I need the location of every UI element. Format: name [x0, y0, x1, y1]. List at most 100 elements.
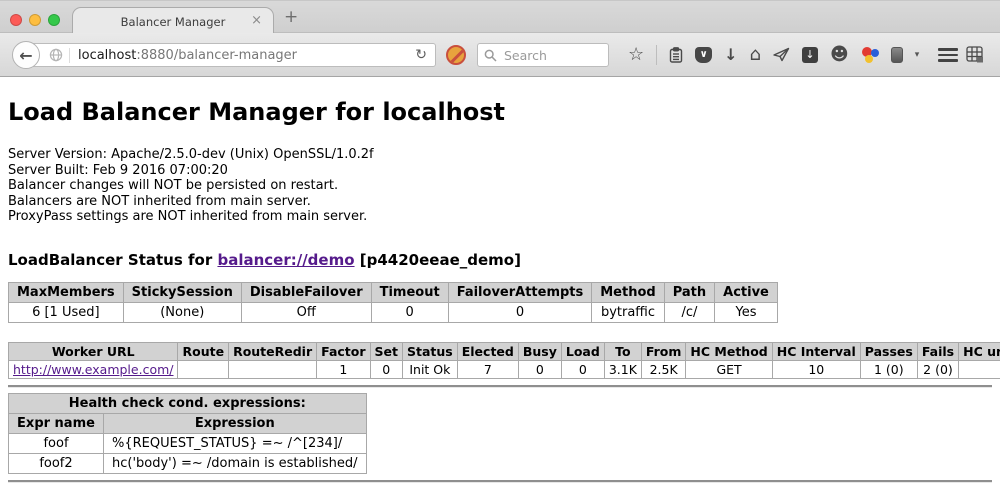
table-cell: /c/ [664, 302, 714, 322]
search-box[interactable] [477, 43, 609, 67]
table-caption-row: Health check cond. expressions: [9, 393, 367, 413]
worker-row: http://www.example.com/ 1 0 Init Ok 7 0 … [9, 360, 1000, 378]
overflow-caret-icon[interactable]: ▾ [915, 50, 920, 60]
proxypass-notice-line: ProxyPass settings are NOT inherited fro… [8, 209, 992, 225]
reload-icon[interactable]: ↻ [415, 47, 435, 63]
col-set: Set [370, 342, 402, 360]
toolbar-icons: ☆ ∨ ↓ ⌂ ↓ ☻ ▾ [628, 33, 919, 76]
zoom-window-button[interactable] [48, 14, 60, 26]
tab-groups-icon[interactable] [966, 46, 984, 67]
table-cell [229, 360, 317, 378]
col-hc-uri: HC uri [959, 342, 1000, 360]
persist-notice-line: Balancer changes will NOT be persisted o… [8, 178, 992, 194]
col-routeredir: RouteRedir [229, 342, 317, 360]
browser-tab[interactable]: Balancer Manager × [72, 7, 274, 35]
table-cell: 2 (0) [917, 360, 958, 378]
col-path: Path [664, 282, 714, 302]
table-cell: GET [686, 360, 772, 378]
window-controls [10, 14, 60, 26]
url-text: localhost:8880/balancer-manager [78, 48, 297, 63]
col-fails: Fails [917, 342, 958, 360]
col-worker-url: Worker URL [9, 342, 178, 360]
col-load: Load [561, 342, 604, 360]
navigation-toolbar: ← localhost:8880/balancer-manager ↻ ☆ [0, 33, 1000, 77]
expression-cell: hc('body') =~ /domain is established/ [104, 453, 367, 473]
back-button[interactable]: ← [12, 41, 40, 69]
col-method: Method [592, 282, 664, 302]
table-cell: 7 [457, 360, 518, 378]
health-table-caption: Health check cond. expressions: [9, 393, 367, 413]
page-title: Load Balancer Manager for localhost [8, 98, 992, 126]
table-cell: 1 (0) [860, 360, 917, 378]
pocket-icon[interactable]: ∨ [695, 47, 712, 63]
table-cell: 0 [518, 360, 561, 378]
colorful-dots-icon[interactable] [861, 46, 879, 63]
balancers-notice-line: Balancers are NOT inherited from main se… [8, 194, 992, 210]
send-plane-icon[interactable] [773, 47, 790, 62]
bookmark-star-icon[interactable]: ☆ [628, 46, 644, 64]
page-content: Load Balancer Manager for localhost Serv… [0, 98, 1000, 483]
balancer-demo-link[interactable]: balancer://demo [217, 251, 354, 269]
downloads-icon[interactable]: ↓ [724, 47, 737, 63]
expr-name-cell: foof [9, 433, 104, 453]
home-icon[interactable]: ⌂ [750, 46, 761, 64]
worker-url-cell: http://www.example.com/ [9, 360, 178, 378]
battery-extension-icon[interactable] [891, 47, 903, 63]
table-cell: Init Ok [403, 360, 458, 378]
table-cell: 0 [371, 302, 448, 322]
col-status: Status [403, 342, 458, 360]
table-cell [959, 360, 1000, 378]
balancer-summary-table: MaxMembers StickySession DisableFailover… [8, 282, 778, 323]
col-passes: Passes [860, 342, 917, 360]
server-built-line: Server Built: Feb 9 2016 07:00:20 [8, 163, 992, 179]
browser-window: Balancer Manager × + ← localhost:8880/ba… [0, 0, 1000, 491]
close-window-button[interactable] [10, 14, 22, 26]
col-maxmembers: MaxMembers [9, 282, 124, 302]
minimize-window-button[interactable] [29, 14, 41, 26]
col-timeout: Timeout [371, 282, 448, 302]
new-tab-button[interactable]: + [284, 7, 298, 27]
search-input[interactable] [502, 47, 602, 64]
tab-close-icon[interactable]: × [251, 14, 262, 28]
col-to: To [604, 342, 641, 360]
tab-strip: Balancer Manager × + [0, 0, 1000, 33]
status-suffix: [p4420eeae_demo] [355, 251, 521, 269]
url-bar[interactable]: localhost:8880/balancer-manager ↻ [26, 43, 436, 67]
expr-name-cell: foof2 [9, 453, 104, 473]
toolbar-divider [656, 45, 657, 65]
url-path: :8880/balancer-manager [136, 48, 297, 63]
col-hc-interval: HC Interval [772, 342, 860, 360]
clipboard-icon[interactable] [669, 47, 683, 63]
server-version-line: Server Version: Apache/2.5.0-dev (Unix) … [8, 147, 992, 163]
worker-table: Worker URL Route RouteRedir Factor Set S… [8, 342, 1000, 379]
extension-download-icon[interactable]: ↓ [802, 47, 818, 63]
server-info: Server Version: Apache/2.5.0-dev (Unix) … [8, 147, 992, 225]
plugin-blocked-icon[interactable] [446, 45, 466, 65]
table-cell: Off [241, 302, 371, 322]
table-row: 6 [1 Used] (None) Off 0 0 bytraffic /c/ … [9, 302, 778, 322]
table-header-row: Expr name Expression [9, 413, 367, 433]
table-cell [178, 360, 229, 378]
table-cell: 10 [772, 360, 860, 378]
table-cell: (None) [123, 302, 241, 322]
smiley-icon[interactable]: ☻ [830, 46, 849, 64]
col-elected: Elected [457, 342, 518, 360]
col-hc-method: HC Method [686, 342, 772, 360]
globe-icon [49, 48, 63, 62]
table-header-row: Worker URL Route RouteRedir Factor Set S… [9, 342, 1000, 360]
table-cell: 0 [448, 302, 592, 322]
col-stickysession: StickySession [123, 282, 241, 302]
col-disablefailover: DisableFailover [241, 282, 371, 302]
worker-url-link[interactable]: http://www.example.com/ [13, 362, 173, 377]
table-cell: 1 [317, 360, 370, 378]
menu-button[interactable] [938, 48, 958, 62]
col-busy: Busy [518, 342, 561, 360]
col-active: Active [715, 282, 778, 302]
url-domain: localhost [78, 48, 136, 63]
col-failoverattempts: FailoverAttempts [448, 282, 592, 302]
search-icon [484, 49, 497, 62]
balancer-status-heading: LoadBalancer Status for balancer://demo … [8, 251, 992, 269]
col-expr-name: Expr name [9, 413, 104, 433]
table-cell: Yes [715, 302, 778, 322]
table-row: foof2 hc('body') =~ /domain is establish… [9, 453, 367, 473]
